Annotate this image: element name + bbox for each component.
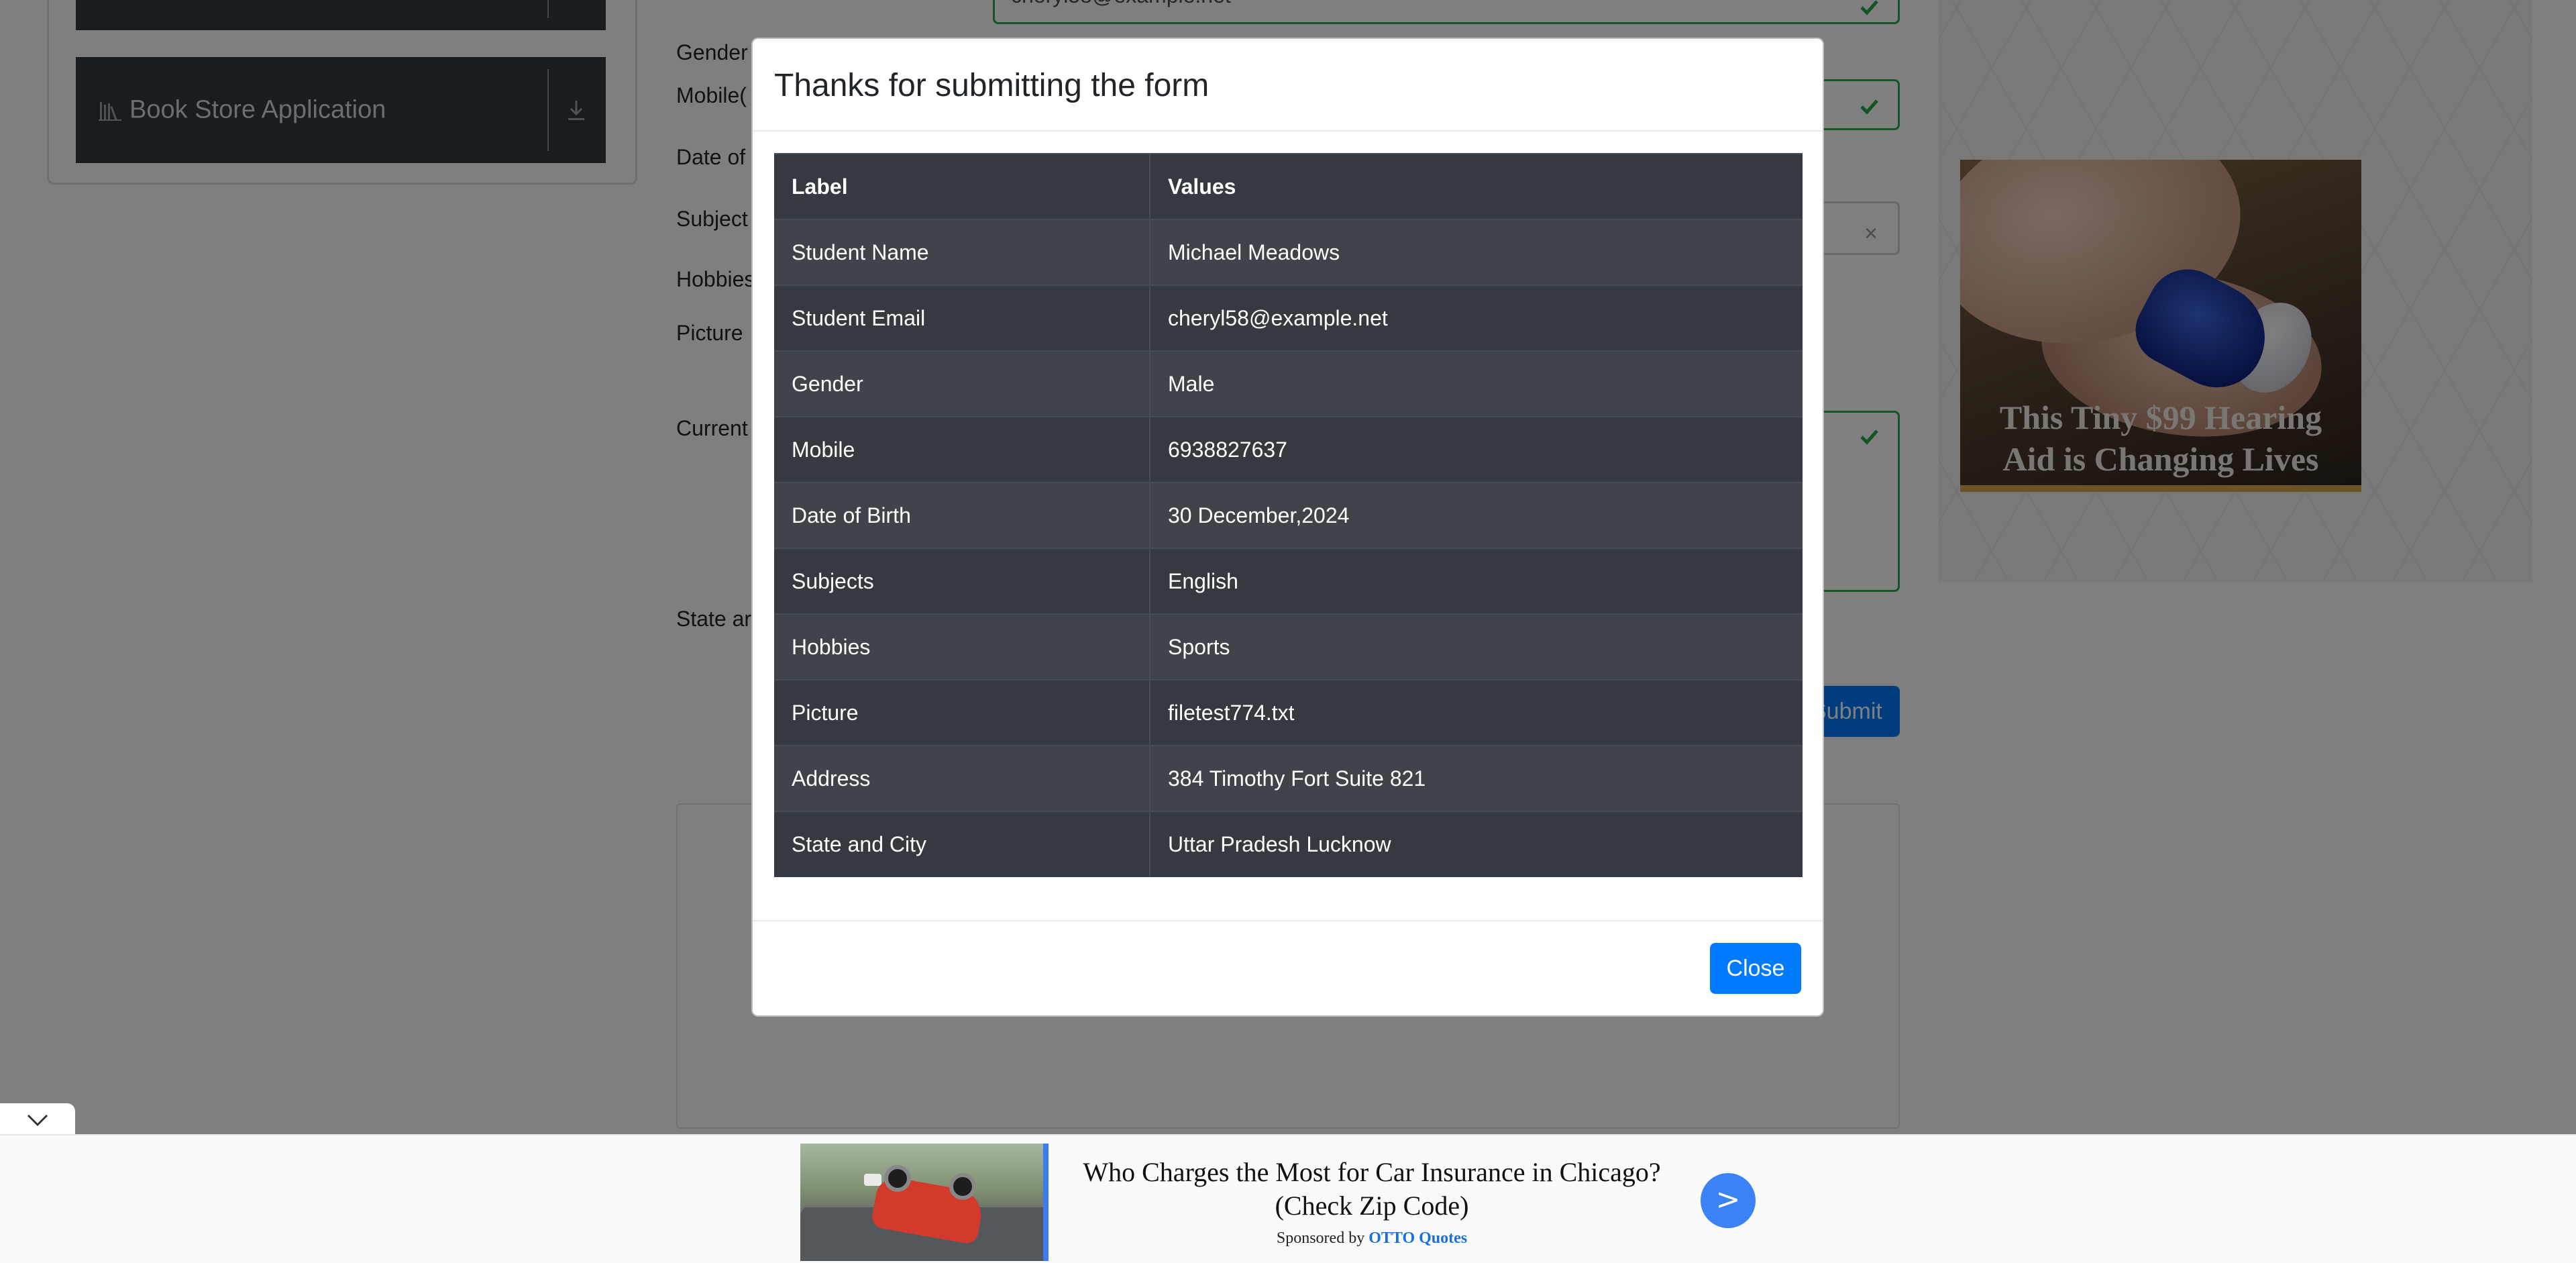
row-label: Picture [774, 679, 1150, 746]
modal-title: Thanks for submitting the form [774, 68, 1210, 103]
ad-image-wheel [949, 1173, 976, 1200]
column-header-label: Label [774, 153, 1150, 219]
row-value: Michael Meadows [1150, 219, 1803, 285]
table-row: Date of Birth 30 December,2024 [774, 482, 1803, 548]
chevron-down-icon [27, 1114, 48, 1127]
table-row: Student Name Michael Meadows [774, 219, 1803, 285]
collapse-ad-button[interactable] [0, 1103, 75, 1137]
modal-header: Thanks for submitting the form [753, 39, 1823, 132]
ad-arrow-button[interactable]: > [1701, 1173, 1756, 1228]
row-value: 30 December,2024 [1150, 482, 1803, 548]
sponsor-brand-link[interactable]: OTTO Quotes [1368, 1229, 1467, 1247]
table-row: Subjects English [774, 548, 1803, 614]
row-value: Male [1150, 350, 1803, 417]
table-row: Hobbies Sports [774, 613, 1803, 680]
row-label: Student Name [774, 219, 1150, 285]
row-label: Student Email [774, 285, 1150, 351]
row-label: State and City [774, 811, 1150, 877]
table-header-row: Label Values [774, 153, 1803, 219]
row-value: 384 Timothy Fort Suite 821 [1150, 745, 1803, 811]
ad-image-wheel [884, 1165, 911, 1192]
results-table: Label Values Student Name Michael Meadows… [774, 153, 1803, 877]
row-value: Sports [1150, 613, 1803, 680]
column-header-values: Values [1150, 153, 1803, 219]
row-label: Hobbies [774, 613, 1150, 680]
table-row: Address 384 Timothy Fort Suite 821 [774, 745, 1803, 811]
row-label: Gender [774, 350, 1150, 417]
row-value: cheryl58@example.net [1150, 285, 1803, 351]
row-value: English [1150, 548, 1803, 614]
row-label: Address [774, 745, 1150, 811]
ad-image-van [864, 1174, 881, 1186]
submission-modal: Thanks for submitting the form Label Val… [751, 38, 1824, 1017]
sponsor-prefix: Sponsored by [1276, 1229, 1365, 1247]
car-crash-ad-image [800, 1144, 1049, 1261]
row-value: filetest774.txt [1150, 679, 1803, 746]
row-value: 6938827637 [1150, 416, 1803, 483]
table-row: Gender Male [774, 350, 1803, 417]
row-label: Subjects [774, 548, 1150, 614]
table-row: State and City Uttar Pradesh Lucknow [774, 811, 1803, 877]
table-row: Student Email cheryl58@example.net [774, 285, 1803, 351]
row-label: Date of Birth [774, 482, 1150, 548]
bottom-ad-headline[interactable]: Who Charges the Most for Car Insurance i… [1070, 1156, 1674, 1223]
row-label: Mobile [774, 416, 1150, 483]
bottom-ad-banner[interactable]: Who Charges the Most for Car Insurance i… [0, 1134, 2576, 1263]
modal-footer: Close [753, 920, 1823, 1015]
table-row: Mobile 6938827637 [774, 416, 1803, 483]
table-row: Picture filetest774.txt [774, 679, 1803, 746]
row-value: Uttar Pradesh Lucknow [1150, 811, 1803, 877]
close-button[interactable]: Close [1710, 943, 1801, 994]
sponsor-line: Sponsored by OTTO Quotes [1070, 1229, 1674, 1248]
